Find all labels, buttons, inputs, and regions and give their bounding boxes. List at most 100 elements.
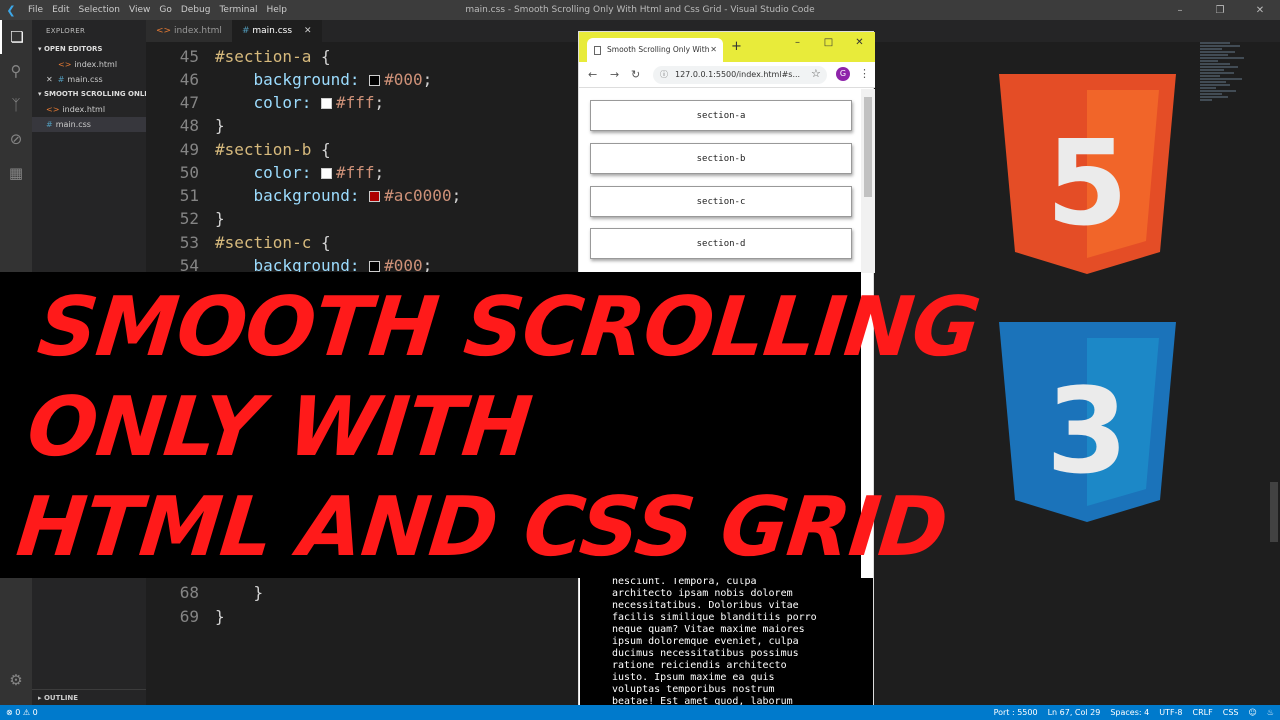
scrollbar-thumb[interactable] [1270,482,1278,542]
open-editor-main-css[interactable]: ✕ # main.css [32,72,146,87]
info-icon[interactable]: ⓘ [660,66,668,84]
live-server-port[interactable]: Port : 5500 [994,708,1038,717]
tab-label: main.css [252,26,293,36]
color-swatch[interactable] [369,75,381,86]
menu-view[interactable]: View [129,5,150,15]
color-swatch[interactable] [369,261,381,272]
cursor-position[interactable]: Ln 67, Col 29 [1048,708,1101,717]
semicolon: ; [422,70,433,89]
code-line: 50 color: #fff; [146,161,384,184]
css-value: #fff [335,163,375,182]
browser-scrollbar[interactable] [861,89,875,273]
language-mode[interactable]: CSS [1223,708,1239,717]
nav-link-section-c[interactable]: section-c [590,186,852,217]
nav-link-section-a[interactable]: section-a [590,100,852,131]
menu-terminal[interactable]: Terminal [219,5,257,15]
vscode-logo-icon: ❮ [6,3,16,17]
project-label: SMOOTH SCROLLING ONLI... [43,90,146,98]
scrollbar-thumb[interactable] [864,97,872,197]
browser-tab[interactable]: Smooth Scrolling Only With ✕ [587,38,723,62]
maximize-icon[interactable]: □ [813,32,844,52]
bell-icon[interactable]: ♨ [1267,708,1274,717]
reload-icon[interactable]: ↻ [631,68,640,81]
tab-main-css[interactable]: # main.css ✕ [231,20,322,42]
close-icon[interactable]: ✕ [710,38,717,62]
close-icon[interactable]: ✕ [844,32,875,52]
tab-index-html[interactable]: <> index.html [146,20,232,42]
profile-avatar[interactable]: G [836,67,850,81]
menu-selection[interactable]: Selection [79,5,120,15]
menu-help[interactable]: Help [266,5,287,15]
css-selector: #section-b [215,140,312,159]
debug-icon[interactable]: ⊘ [0,122,32,156]
color-swatch[interactable] [369,191,381,202]
html5-logo-icon: 5 [999,74,1176,274]
browser-viewport: section-a section-b section-c section-d [579,89,875,273]
open-editors-label: OPEN EDITORS [43,45,103,53]
file-main-css[interactable]: # main.css [32,117,146,132]
minimize-icon[interactable]: – [782,32,813,52]
css3-logo-icon: 3 [999,322,1176,522]
explorer-icon[interactable]: ❏ [0,20,32,54]
feedback-icon[interactable]: ☺ [1248,708,1256,717]
project-section[interactable]: ▾ SMOOTH SCROLLING ONLI... [32,87,146,102]
menu-file[interactable]: File [28,5,43,15]
encoding[interactable]: UTF-8 [1159,708,1182,717]
menu-edit[interactable]: Edit [52,5,69,15]
warning-count: 0 [32,708,38,717]
css-value: #fff [335,93,375,112]
address-bar[interactable]: ⓘ 127.0.0.1:5500/index.html#s... [653,66,827,84]
bookmark-star-icon[interactable]: ☆ [811,67,821,80]
editor-scrollbar[interactable] [1268,42,1280,705]
css3-logo-numeral: 3 [1046,362,1128,500]
outline-label: OUTLINE [43,694,79,702]
problems-indicator[interactable]: ⊗ 0 ⚠ 0 [0,708,38,717]
browser-tab-title: Smooth Scrolling Only With [607,45,710,54]
nav-link-section-b[interactable]: section-b [590,143,852,174]
restore-icon[interactable]: ❐ [1200,0,1240,20]
open-editor-index-html[interactable]: <> index.html [32,57,146,72]
line-number: 68 [179,583,199,602]
page-icon [594,46,601,55]
close-icon[interactable]: ✕ [46,75,53,84]
explorer-header: EXPLORER [46,27,86,35]
gear-icon[interactable]: ⚙ [0,663,32,697]
tab-label: index.html [173,26,222,36]
code-line: 46 background: #000; [146,68,433,91]
file-label: index.html [74,60,118,69]
nav-link-section-d[interactable]: section-d [590,228,852,259]
new-tab-icon[interactable]: + [731,39,742,54]
close-icon[interactable]: ✕ [304,26,312,36]
menu-debug[interactable]: Debug [181,5,211,15]
semicolon: ; [374,93,385,112]
close-icon[interactable]: ✕ [1240,0,1280,20]
file-index-html[interactable]: <> index.html [32,102,146,117]
title-bar: ❮ File Edit Selection View Go Debug Term… [0,0,1280,20]
extensions-icon[interactable]: ▦ [0,156,32,190]
open-editors-section[interactable]: ▾ OPEN EDITORS [32,42,146,57]
minimap[interactable] [1200,42,1260,142]
url-text: 127.0.0.1:5500/index.html#s... [675,70,801,79]
html5-logo-numeral: 5 [1046,114,1128,252]
back-icon[interactable]: ← [588,68,597,81]
css-selector: #section-c [215,233,312,252]
headline-line-3: HTML AND CSS GRID [12,480,952,575]
line-number: 52 [179,209,199,228]
color-swatch[interactable] [320,168,332,179]
line-number: 46 [179,70,199,89]
outline-section[interactable]: ▸ OUTLINE [32,689,146,705]
search-icon[interactable]: ⚲ [0,54,32,88]
color-swatch[interactable] [320,98,332,109]
forward-icon[interactable]: → [610,68,619,81]
indentation[interactable]: Spaces: 4 [1110,708,1149,717]
code-line: 51 background: #ac0000; [146,184,461,207]
line-ending[interactable]: CRLF [1193,708,1213,717]
menu-go[interactable]: Go [159,5,171,15]
screen: ❮ File Edit Selection View Go Debug Term… [0,0,1280,720]
css-selector: #section-a [215,47,312,66]
minimize-icon[interactable]: – [1160,0,1200,20]
line-number: 49 [179,140,199,159]
menu-kebab-icon[interactable]: ⋮ [859,67,870,80]
section-body-text: nesciunt. Tempora, culpa architecto ipsa… [612,576,817,719]
source-control-icon[interactable]: ᛉ [0,88,32,122]
